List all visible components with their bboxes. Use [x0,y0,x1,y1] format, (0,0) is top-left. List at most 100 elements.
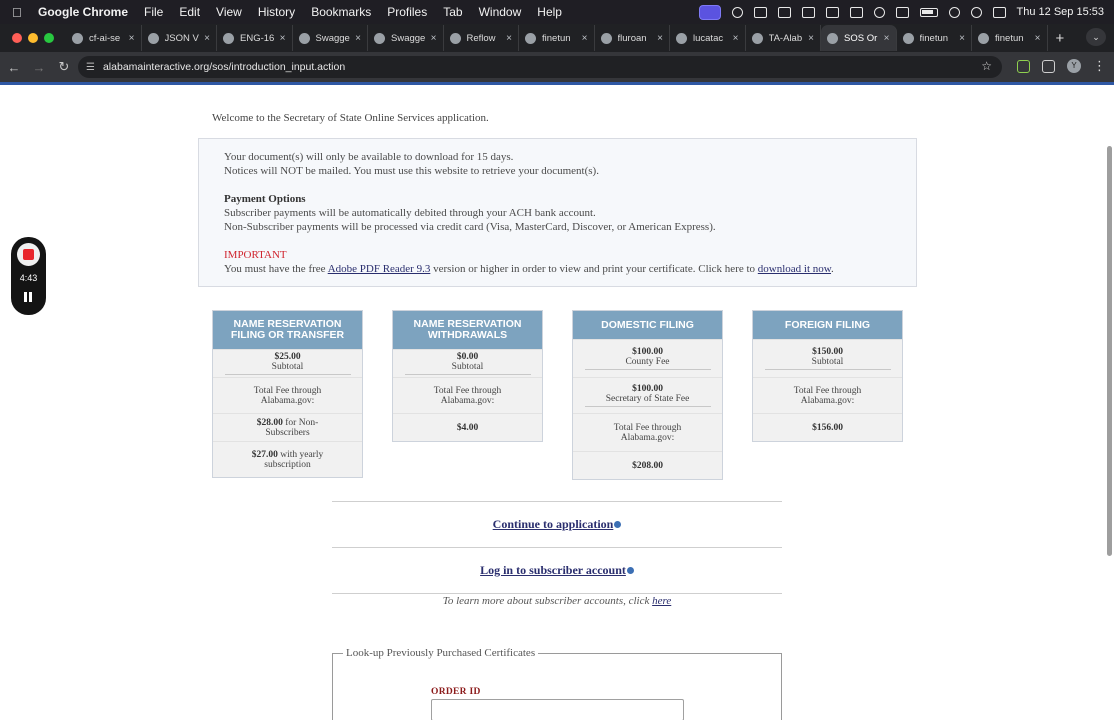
close-tab-icon[interactable]: × [884,33,890,44]
close-tab-icon[interactable]: × [733,33,739,44]
app-icon [449,32,461,44]
tab-11[interactable]: finetun × [897,25,972,51]
menu-profiles[interactable]: Profiles [387,5,427,19]
stack-icon[interactable] [825,6,839,18]
fee-total-label: Total Fee through Alabama.gov: [793,385,862,406]
tab-0[interactable]: cf-ai-se × [66,25,142,51]
close-tab-icon[interactable]: × [280,33,286,44]
web-page: Welcome to the Secretary of State Online… [0,82,1114,720]
extension-icon[interactable] [1017,59,1030,73]
tab-label: finetun [542,32,571,44]
chrome-menu-icon[interactable]: ⋮ [1093,58,1106,74]
info-icon[interactable] [614,521,622,528]
zoom-window-button[interactable] [44,33,54,43]
payment-options-heading: Payment Options [224,193,306,205]
tab-6[interactable]: finetun × [519,25,595,51]
close-tab-icon[interactable]: × [808,33,814,44]
tab-label: Swagge [391,32,426,44]
fee-box-header: NAME RESERVATION FILING OR TRANSFER [213,311,362,349]
menu-edit[interactable]: Edit [179,5,200,19]
close-tab-icon[interactable]: × [1035,33,1041,44]
wifi-icon[interactable] [948,6,960,18]
fork-icon[interactable] [849,6,863,18]
menu-view[interactable]: View [216,5,242,19]
close-window-button[interactable] [12,33,22,43]
site-info-icon[interactable]: ☰ [86,62,95,73]
tab-3[interactable]: Swagge × [293,25,368,51]
bookmark-star-icon[interactable]: ☆ [981,59,992,73]
control-center-icon[interactable] [992,6,1006,18]
menu-tab[interactable]: Tab [443,5,462,19]
tab-1[interactable]: JSON V × [142,25,217,51]
profile-avatar[interactable]: Y [1067,59,1081,73]
tab-8[interactable]: lucatac × [670,25,746,51]
pause-icon[interactable] [23,292,34,303]
tab-2[interactable]: ENG-16 × [217,25,293,51]
payment-non-subscriber: Non-Subscriber payments will be processe… [224,221,716,233]
menu-help[interactable]: Help [537,5,562,19]
url-text[interactable]: alabamainteractive.org/sos/introduction_… [103,61,345,73]
close-tab-icon[interactable]: × [582,33,588,44]
tab-label: TA-Alab [768,32,803,44]
tab-5[interactable]: Reflow × [444,25,519,51]
fee-row: Total Fee through Alabama.gov: [753,377,902,413]
menubar-clock[interactable]: Thu 12 Sep 15:53 [1017,6,1104,18]
fee-box-header: FOREIGN FILING [753,311,902,339]
order-id-label: ORDER ID [431,687,481,697]
order-id-input[interactable] [431,699,684,720]
close-tab-icon[interactable]: × [657,33,663,44]
fee-row: $0.00 Subtotal [393,349,542,377]
continue-to-application-link[interactable]: Continue to application [493,517,614,531]
divider [332,593,782,594]
extensions-puzzle-icon[interactable] [1042,59,1055,73]
tab-4[interactable]: Swagge × [368,25,444,51]
menu-history[interactable]: History [258,5,295,19]
tab-label: lucatac [693,32,724,44]
menu-window[interactable]: Window [479,5,522,19]
learn-more-here-link[interactable]: here [652,595,671,607]
play-circle-icon[interactable] [873,6,885,18]
headphones-icon[interactable] [731,6,743,18]
close-tab-icon[interactable]: × [431,33,437,44]
download-now-link[interactable]: download it now [758,263,831,275]
minimize-window-button[interactable] [28,33,38,43]
page-scrollbar[interactable] [1107,146,1112,556]
stop-recording-button[interactable] [17,243,40,266]
tab-7[interactable]: fluroan × [595,25,670,51]
close-tab-icon[interactable]: × [959,33,965,44]
forward-arrow-icon[interactable]: → [28,60,50,75]
close-tab-icon[interactable]: × [129,33,135,44]
menu-bookmarks[interactable]: Bookmarks [311,5,371,19]
adobe-reader-link[interactable]: Adobe PDF Reader 9.3 [328,263,431,275]
tab-label: Reflow [466,32,496,44]
tab-label: cf-ai-se [89,32,121,44]
text-a-icon[interactable] [895,6,909,18]
fee-row: $27.00 with yearly subscription [213,441,362,477]
finetune-icon [902,32,914,44]
reload-icon[interactable]: ↻ [53,59,75,75]
app-status-icon[interactable] [753,6,767,18]
close-tab-icon[interactable]: × [204,33,210,44]
close-tab-icon[interactable]: × [506,33,512,44]
info-icon[interactable] [626,567,634,574]
fee-label: Subtotal [451,362,484,372]
close-box-icon[interactable] [801,6,815,18]
address-bar[interactable]: ☰ alabamainteractive.org/sos/introductio… [78,56,1002,78]
login-subscriber-account-link[interactable]: Log in to subscriber account [480,563,626,577]
close-tab-icon[interactable]: × [355,33,361,44]
menu-file[interactable]: File [144,5,163,19]
new-tab-button[interactable]: + [1056,30,1065,47]
menu-app-name[interactable]: Google Chrome [38,5,128,19]
back-arrow-icon[interactable]: ← [3,60,25,75]
screen-record-icon[interactable] [698,4,721,20]
tab-12[interactable]: finetun × [972,25,1048,51]
tab-9[interactable]: TA-Alab × [746,25,821,51]
skype-icon[interactable] [777,6,791,18]
battery-icon[interactable] [919,7,938,17]
apple-icon[interactable]:  [12,5,26,20]
tab-10[interactable]: SOS Or × [821,25,897,51]
tab-search-icon[interactable]: ⌄ [1086,28,1106,46]
search-icon[interactable] [970,6,982,18]
fee-row-content: $100.00 Secretary of State Fee [584,384,711,407]
screen-recorder-widget: 4:43 [11,237,46,315]
